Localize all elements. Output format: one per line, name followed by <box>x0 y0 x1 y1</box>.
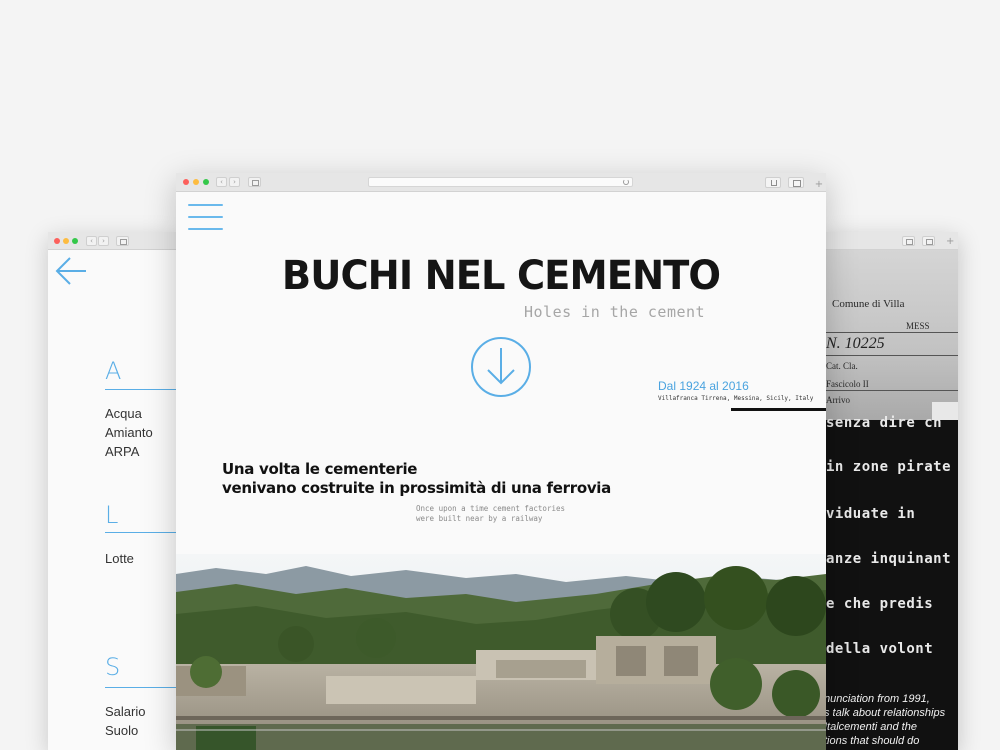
intro-heading-line: venivano costruite in prossimità di una … <box>222 479 611 497</box>
glossary-item-acqua[interactable]: Acqua <box>105 405 142 422</box>
glossary-item-suolo[interactable]: Suolo <box>105 722 138 739</box>
typed-text-line: in zone pirate <box>826 459 952 475</box>
share-icon[interactable] <box>902 236 915 246</box>
document-caption-line: Italcementi and the <box>824 721 917 733</box>
intro-heading: Una volta le cementerie venivano costrui… <box>222 460 642 498</box>
intro-heading-line: Una volta le cementerie <box>222 460 418 478</box>
page-subtitle: Holes in the cement <box>524 303 706 321</box>
document-protocol-number: N. 10225 <box>826 335 885 352</box>
letter-divider <box>105 532 178 533</box>
cement-factory-photo <box>176 554 826 750</box>
glossary-letter-s: S <box>105 653 121 681</box>
back-nav-icon[interactable]: ‹ <box>216 177 227 187</box>
glossary-item-arpa[interactable]: ARPA <box>105 443 139 460</box>
back-nav-icon[interactable]: ‹ <box>86 236 97 246</box>
glossary-window: ‹ › A Acqua Amianto ARPA L Lotte S Salar… <box>48 232 178 750</box>
browser-toolbar: ‹ › <box>48 232 178 250</box>
document-rule <box>822 355 958 356</box>
document-field-text: Fascicolo II <box>826 379 869 389</box>
document-field-text: Cat. Cla. <box>826 361 858 371</box>
new-tab-icon[interactable]: + <box>946 237 954 247</box>
forward-nav-icon[interactable]: › <box>98 236 109 246</box>
minimize-window-icon[interactable] <box>63 238 69 244</box>
timeline-bar <box>731 408 826 411</box>
document-stamp-text: Comune di Villa <box>832 298 905 310</box>
maximize-window-icon[interactable] <box>72 238 78 244</box>
glossary-item-amianto[interactable]: Amianto <box>105 424 153 441</box>
glossary-letter-a: A <box>105 357 122 385</box>
browser-toolbar: ‹ › + <box>176 173 826 192</box>
letter-divider <box>105 389 178 390</box>
browser-toolbar: + <box>822 232 958 250</box>
typed-text-line: e che predis <box>826 596 934 612</box>
share-icon[interactable] <box>765 177 781 188</box>
document-rule <box>822 332 958 333</box>
address-bar[interactable] <box>368 177 633 187</box>
scanned-document-header: Comune di Villa MESS N. 10225 Cat. Cla. … <box>822 250 958 420</box>
close-window-icon[interactable] <box>54 238 60 244</box>
typed-text-line: anze inquinant <box>826 551 952 567</box>
letter-divider <box>105 687 178 688</box>
reload-icon[interactable] <box>623 179 629 185</box>
document-window: + Comune di Villa MESS N. 10225 Cat. Cla… <box>822 232 958 750</box>
minimize-window-icon[interactable] <box>193 179 199 185</box>
document-stamp-text: MESS <box>906 321 930 331</box>
intro-translation: Once upon a time cement factories were b… <box>416 504 596 524</box>
glossary-item-salario[interactable]: Salario <box>105 703 145 720</box>
glossary-item-lotte[interactable]: Lotte <box>105 550 134 567</box>
document-caption-line: s talk about relationships <box>824 707 946 719</box>
tabs-icon[interactable] <box>922 236 935 246</box>
document-caption-line: tions that should do <box>824 735 920 747</box>
arrow-down-circle-icon[interactable] <box>470 336 532 398</box>
document-field-text: Arrivo <box>826 395 850 405</box>
sidebar-toggle-icon[interactable] <box>116 236 129 246</box>
maximize-window-icon[interactable] <box>203 179 209 185</box>
page-title: BUCHI NEL CEMENTO <box>281 253 721 299</box>
tabs-icon[interactable] <box>788 177 804 188</box>
main-browser-window: ‹ › + BUCHI NEL CEMENTO Holes in the cem… <box>176 173 826 750</box>
location-label: Villafranca Tirrena, Messina, Sicily, It… <box>658 395 814 402</box>
glossary-letter-l: L <box>105 501 119 529</box>
close-window-icon[interactable] <box>183 179 189 185</box>
hamburger-menu-icon[interactable] <box>188 202 224 232</box>
date-range: Dal 1924 al 2016 <box>658 379 749 393</box>
document-caption-line: nunciation from 1991, <box>824 693 930 705</box>
intro-translation-line: Once upon a time cement factories <box>416 504 566 513</box>
arrow-left-icon[interactable] <box>54 256 88 286</box>
new-tab-icon[interactable]: + <box>814 180 824 190</box>
intro-translation-line: were built near by a railway <box>416 514 543 523</box>
document-rule <box>822 390 958 391</box>
sidebar-toggle-icon[interactable] <box>248 177 261 187</box>
forward-nav-icon[interactable]: › <box>229 177 240 187</box>
typed-text-line: della volont <box>826 641 934 657</box>
typed-text-line: viduate in <box>826 506 916 522</box>
typed-text-line: senza dire ch <box>826 415 943 431</box>
